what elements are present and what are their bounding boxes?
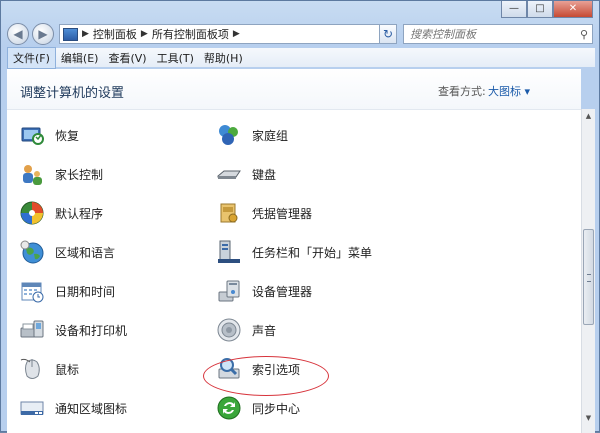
- minimize-button[interactable]: —: [501, 1, 527, 18]
- breadcrumb-chevron-icon[interactable]: ▶: [233, 29, 240, 39]
- menu-bar: 文件(F) 编辑(E) 查看(V) 工具(T) 帮助(H): [7, 46, 595, 69]
- item-label: 键盘: [252, 167, 277, 182]
- date-time-icon: [21, 282, 44, 303]
- control-panel-window: — □ ✕ ◀ ▶ ▶ 控制面板 ▶ 所有控制面板项 ▶ ▼ ↻ ⚲ 文件(F)…: [0, 0, 600, 433]
- item-region-language[interactable]: 区域和语言: [7, 234, 115, 270]
- item-label: 任务栏和「开始」菜单: [252, 245, 373, 260]
- menu-file[interactable]: 文件(F): [7, 46, 56, 69]
- menu-edit[interactable]: 编辑(E): [56, 48, 104, 68]
- items-grid: 恢复 家长控制 默认程序 区域和语言 日期和时间 设备和打印机 鼠标 通知区域图…: [7, 109, 581, 433]
- forward-arrow-icon: ▶: [38, 27, 48, 41]
- item-keyboard[interactable]: 键盘: [204, 156, 276, 192]
- sound-icon: [217, 318, 241, 342]
- item-label: 凭据管理器: [252, 206, 313, 221]
- grip-icon: [587, 274, 591, 282]
- maximize-button[interactable]: □: [527, 1, 553, 18]
- item-taskbar-start[interactable]: 任务栏和「开始」菜单: [204, 234, 372, 270]
- devices-printers-icon: [20, 320, 44, 338]
- menu-help[interactable]: 帮助(H): [199, 48, 248, 68]
- breadcrumb-all-items[interactable]: 所有控制面板项: [152, 26, 229, 42]
- keyboard-icon: [217, 170, 241, 179]
- item-device-manager[interactable]: 设备管理器: [204, 273, 312, 309]
- window-controls: — □ ✕: [501, 1, 593, 18]
- item-sound[interactable]: 声音: [204, 312, 276, 348]
- back-button[interactable]: ◀: [7, 23, 29, 45]
- item-parental-controls[interactable]: 家长控制: [7, 156, 103, 192]
- page-title: 调整计算机的设置: [20, 86, 125, 101]
- vertical-scrollbar[interactable]: ▲ ▼: [581, 109, 595, 433]
- taskbar-start-icon: [218, 240, 240, 263]
- scroll-down-arrow-icon[interactable]: ▼: [582, 411, 595, 425]
- parental-controls-icon: [23, 165, 42, 185]
- search-icon[interactable]: ⚲: [576, 28, 592, 41]
- item-label: 设备管理器: [252, 284, 313, 299]
- item-label: 日期和时间: [55, 284, 116, 299]
- item-credential-manager[interactable]: 凭据管理器: [204, 195, 312, 231]
- menu-view[interactable]: 查看(V): [103, 48, 151, 68]
- notification-area-icon: [20, 401, 44, 415]
- homegroup-icon: [219, 125, 238, 145]
- view-by-label: 查看方式:: [438, 85, 486, 98]
- item-label: 默认程序: [55, 206, 104, 221]
- item-label: 设备和打印机: [55, 323, 128, 338]
- item-label: 区域和语言: [55, 245, 116, 260]
- menu-tools[interactable]: 工具(T): [152, 48, 199, 68]
- highlight-ellipse: [203, 356, 329, 396]
- item-date-time[interactable]: 日期和时间: [7, 273, 115, 309]
- refresh-button[interactable]: ↻: [379, 24, 397, 44]
- sync-center-icon: [217, 396, 241, 420]
- breadcrumb-control-panel[interactable]: 控制面板: [93, 26, 137, 42]
- item-label: 家长控制: [55, 167, 104, 182]
- content-header: 调整计算机的设置 查看方式: 大图标 ▾: [7, 69, 581, 110]
- item-notification-area[interactable]: 通知区域图标: [7, 390, 127, 426]
- forward-button[interactable]: ▶: [32, 23, 54, 45]
- item-default-programs[interactable]: 默认程序: [7, 195, 103, 231]
- item-label: 同步中心: [252, 401, 301, 416]
- item-label: 鼠标: [55, 362, 80, 377]
- back-arrow-icon: ◀: [13, 27, 23, 41]
- item-mouse[interactable]: 鼠标: [7, 351, 79, 387]
- address-bar[interactable]: ▶ 控制面板 ▶ 所有控制面板项 ▶ ▼: [59, 24, 395, 44]
- search-input[interactable]: [404, 26, 576, 42]
- breadcrumb-chevron-icon[interactable]: ▶: [141, 29, 148, 39]
- item-devices-printers[interactable]: 设备和打印机: [7, 312, 127, 348]
- scrollbar-thumb[interactable]: [583, 229, 594, 325]
- item-label: 声音: [252, 323, 277, 338]
- content-pane: 调整计算机的设置 查看方式: 大图标 ▾ 恢复 家长控制 默认程序 区域和语言 …: [7, 69, 581, 433]
- view-by-dropdown[interactable]: 大图标 ▾: [488, 83, 530, 99]
- item-homegroup[interactable]: 家庭组: [204, 117, 288, 153]
- control-panel-icon: [63, 27, 78, 41]
- default-programs-icon: [20, 201, 44, 225]
- device-manager-icon: [218, 280, 240, 302]
- item-recovery[interactable]: 恢复: [7, 117, 79, 153]
- recovery-icon: [21, 127, 44, 145]
- refresh-icon: ↻: [382, 27, 394, 41]
- region-language-icon: [20, 240, 44, 264]
- breadcrumb-chevron-icon[interactable]: ▶: [82, 29, 89, 39]
- credential-manager-icon: [220, 203, 238, 223]
- item-label: 恢复: [55, 128, 80, 143]
- mouse-icon: [20, 358, 40, 379]
- close-button[interactable]: ✕: [553, 1, 593, 18]
- search-box[interactable]: ⚲: [403, 24, 593, 44]
- scroll-up-arrow-icon[interactable]: ▲: [582, 109, 595, 123]
- item-label: 家庭组: [252, 128, 289, 143]
- item-label: 通知区域图标: [55, 401, 128, 416]
